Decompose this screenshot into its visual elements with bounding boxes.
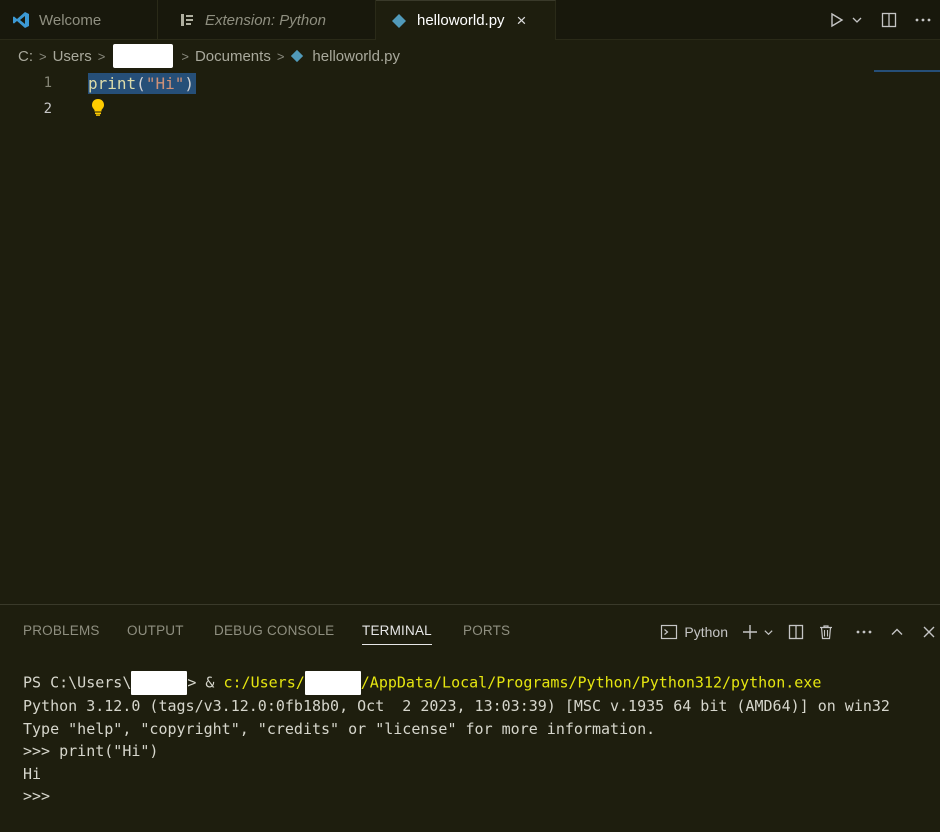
run-python-button[interactable] [829,12,863,28]
breadcrumb-documents[interactable]: Documents [195,48,271,65]
terminal-line: >>> [23,787,51,805]
chevron-right-icon: > [97,48,106,64]
terminal-prompt: PS C:\Users\ [23,673,132,692]
tab-output[interactable]: OUTPUT [127,623,184,638]
terminal-path: /AppData/Local/Programs/Python/Python312… [360,673,822,692]
new-terminal-button[interactable] [742,624,774,640]
terminal-line: Type "help", "copyright", "credits" or "… [23,719,656,738]
ellipsis-icon [915,18,931,22]
plus-icon [743,625,757,639]
code-paren-open: ( [136,73,146,93]
editor-line: 1 print("Hi") [0,70,940,96]
python-file-icon [390,12,408,30]
maximize-panel-button[interactable] [890,625,904,639]
tab-ports[interactable]: PORTS [463,623,510,638]
terminal-path: c:/Users/ [223,673,305,692]
terminal-command: > & [187,673,224,692]
close-panel-button[interactable] [922,625,936,639]
terminal-line: Python 3.12.0 (tags/v3.12.0:0fb18b0, Oct… [23,697,890,715]
tab-debug-console[interactable]: DEBUG CONSOLE [214,623,334,638]
breadcrumb-users[interactable]: Users [53,48,92,65]
tab-welcome-label: Welcome [39,11,102,29]
tab-bar: Welcome Extension: Python helloworld.py … [0,0,940,40]
terminal-icon [661,624,678,640]
chevron-right-icon: > [181,48,189,64]
redacted-username [113,44,174,68]
code-paren-close: ) [184,73,194,93]
editor-line: 2 [0,96,940,122]
python-file-icon [290,49,304,63]
line-number: 2 [43,101,52,117]
tab-helloworld[interactable]: helloworld.py × [376,0,556,40]
tab-helloworld-label: helloworld.py [417,12,505,29]
play-icon [831,12,844,28]
breadcrumb: C: > Users > > Documents > helloworld.py [18,42,400,70]
split-icon [881,12,897,28]
split-editor-button[interactable] [881,12,897,28]
ellipsis-icon [856,630,872,634]
code-string: "Hi" [145,73,185,93]
close-icon [923,626,935,638]
terminal-name: Python [684,624,728,640]
vscode-icon [12,11,30,29]
bottom-panel: PROBLEMS OUTPUT DEBUG CONSOLE TERMINAL P… [0,604,940,832]
split-terminal-button[interactable] [788,624,804,640]
editor-actions [820,0,940,40]
tab-extension-label: Extension: Python [205,11,326,29]
code-line[interactable]: print("Hi") [88,72,196,94]
chevron-right-icon: > [276,48,285,64]
panel-actions: Python [660,617,940,647]
chevron-up-icon [891,628,903,635]
terminal-output[interactable]: PS C:\Users\ > & c:/Users/ /AppData/Local/… [23,671,940,808]
preview-icon [178,11,196,29]
line-number: 1 [43,75,52,91]
tab-terminal[interactable]: TERMINAL [362,623,432,645]
trash-icon [820,625,832,640]
lightbulb-icon[interactable] [90,98,106,121]
panel-more-button[interactable] [856,630,872,634]
split-icon [788,624,804,640]
terminal-line: Hi [23,764,42,783]
chevron-down-icon [852,17,862,23]
tab-extension-python[interactable]: Extension: Python [158,0,376,40]
tab-problems[interactable]: PROBLEMS [23,623,100,638]
breadcrumb-drive[interactable]: C: [18,48,33,65]
breadcrumb-file[interactable]: helloworld.py [312,48,400,65]
code-editor[interactable]: 1 print("Hi") 2 [0,70,940,604]
kill-terminal-button[interactable] [818,624,834,640]
code-function: print [88,73,137,93]
chevron-right-icon: > [39,48,47,64]
terminal-line: >>> print("Hi") [23,742,159,760]
terminal-selector[interactable]: Python [660,623,728,641]
terminal-line: PS C:\Users\ > & c:/Users/ /AppData/Local/… [23,671,940,695]
redacted-username [304,671,361,695]
more-actions-button[interactable] [915,18,931,22]
redacted-username [131,671,188,695]
close-icon[interactable]: × [517,11,527,31]
chevron-down-icon [764,629,773,635]
tab-welcome[interactable]: Welcome [0,0,158,40]
